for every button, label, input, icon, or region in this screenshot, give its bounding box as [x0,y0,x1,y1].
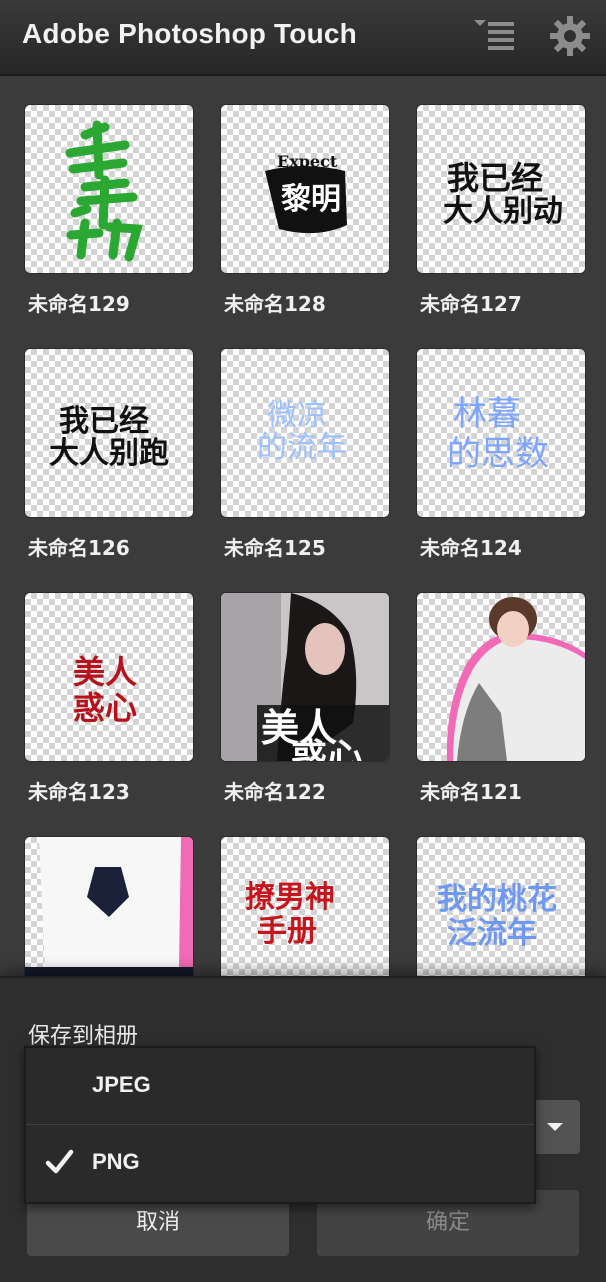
thumbnail[interactable]: 林暮 的思数 [416,348,586,518]
svg-text:我已经: 我已经 [447,159,543,197]
option-label: PNG [92,1149,140,1174]
svg-text:泛流年: 泛流年 [447,916,537,951]
gear-icon[interactable] [548,14,592,58]
item-label: 未命名125 [224,536,326,560]
svg-text:的流年: 的流年 [257,430,347,465]
svg-text:大人别跑: 大人别跑 [49,436,169,471]
svg-text:美人: 美人 [73,653,137,691]
svg-text:微凉: 微凉 [267,398,327,433]
item-label: 未命名127 [420,292,522,316]
svg-text:黎明: 黎明 [281,182,341,217]
svg-text:的思数: 的思数 [447,434,549,474]
artwork-image: 微凉 的流年 [257,398,347,465]
thumbnail[interactable]: 美人 惑心 [220,592,390,762]
item-label: 未命名128 [224,292,326,316]
photo-image [446,597,585,761]
svg-text:林暮: 林暮 [453,394,521,434]
thumbnail[interactable] [24,104,194,274]
app-bar: Adobe Photoshop Touch [0,0,606,76]
svg-text:手册: 手册 [257,914,317,949]
thumbnail[interactable] [416,592,586,762]
svg-text:我的桃花: 我的桃花 [437,882,557,917]
option-label: JPEG [92,1072,151,1097]
artwork-image: 美人 惑心 [73,653,137,727]
thumbnail[interactable]: 美人 惑心 [24,592,194,762]
menu-item-png[interactable]: PNG [26,1125,534,1201]
format-dropdown-menu: JPEG PNG [24,1046,536,1204]
photo-image: 美人 惑心 [221,593,389,761]
thumbnail[interactable]: 我已经 大人别跑 [24,348,194,518]
svg-text:撩男神: 撩男神 [245,880,335,915]
format-dropdown-button[interactable] [530,1100,580,1154]
app-title: Adobe Photoshop Touch [22,18,357,49]
item-label: 未命名126 [28,536,130,560]
artwork-image: 我已经 大人别跑 [49,404,169,471]
item-label: 未命名129 [28,292,130,316]
list-menu-icon[interactable] [470,16,516,56]
item-label: 未命名123 [28,780,130,804]
svg-text:惑心: 惑心 [73,689,137,727]
thumbnail[interactable]: Expect 黎明 [220,104,390,274]
item-label: 未命名124 [420,536,522,560]
thumbnail[interactable]: 我已经 大人别动 [416,104,586,274]
svg-text:大人别动: 大人别动 [443,194,563,229]
item-label: 未命名121 [420,780,522,804]
artwork-image: 林暮 的思数 [447,394,549,474]
menu-item-jpeg[interactable]: JPEG [26,1048,534,1125]
artwork-image: Expect 黎明 [265,152,347,234]
thumbnail[interactable]: 微凉 的流年 [220,348,390,518]
item-label: 未命名122 [224,780,326,804]
checkmark-icon [45,1149,74,1174]
svg-text:惑心: 惑心 [291,736,363,761]
artwork-image [65,120,143,262]
chevron-down-icon [547,1123,563,1131]
svg-text:我已经: 我已经 [59,404,149,439]
artwork-image: 我已经 大人别动 [443,159,563,229]
